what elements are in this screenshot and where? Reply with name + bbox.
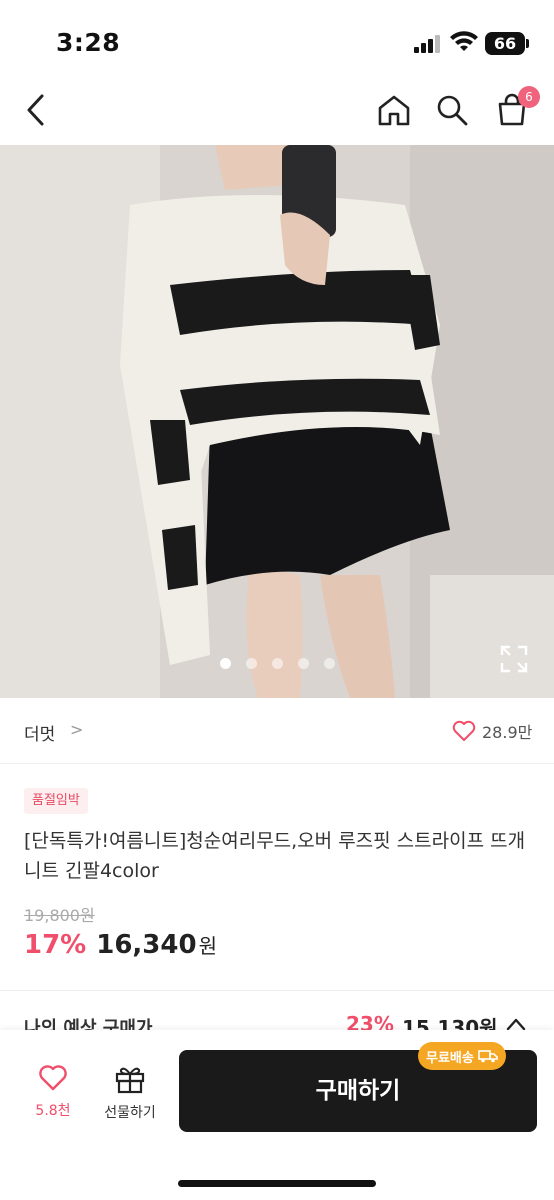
original-price: 19,800원 xyxy=(24,906,95,925)
heart-icon xyxy=(452,720,476,741)
sale-price-unit: 원 xyxy=(198,934,217,958)
product-photo xyxy=(0,145,554,698)
home-icon xyxy=(378,95,410,126)
expand-icon[interactable] xyxy=(498,643,530,675)
wishlist-count: 5.8천 xyxy=(35,1103,71,1119)
free-shipping-label: 무료배송 xyxy=(426,1050,474,1066)
wishlist-button[interactable]: 5.8천 xyxy=(22,1064,84,1124)
home-button[interactable] xyxy=(372,88,416,132)
back-button[interactable] xyxy=(14,88,58,132)
search-icon xyxy=(437,95,468,126)
battery-tip xyxy=(526,39,529,48)
wifi-icon xyxy=(450,31,478,51)
status-bar: 3:28 66 xyxy=(0,0,554,80)
signal-icon xyxy=(414,33,442,53)
search-button[interactable] xyxy=(430,88,474,132)
carousel-dots xyxy=(0,658,554,672)
soldout-soon-badge: 품절임박 xyxy=(24,788,88,814)
heart-icon xyxy=(39,1065,67,1091)
cart-count-badge: 6 xyxy=(518,86,540,108)
gift-button[interactable]: 선물하기 xyxy=(96,1064,164,1124)
truck-icon xyxy=(478,1050,498,1063)
carousel-dot[interactable] xyxy=(298,658,309,669)
home-indicator xyxy=(178,1180,376,1187)
chevron-right-icon: > xyxy=(70,720,84,739)
brand-name-link[interactable]: 더멋 xyxy=(24,720,55,745)
free-shipping-tag: 무료배송 xyxy=(418,1042,506,1070)
gift-icon xyxy=(115,1067,145,1094)
brand-like-button[interactable]: 28.9만 xyxy=(452,718,532,744)
carousel-dot[interactable] xyxy=(220,658,231,669)
price-row: 17% 16,340 원 xyxy=(24,930,217,964)
brand-like-count: 28.9만 xyxy=(482,723,533,742)
status-time: 3:28 xyxy=(56,28,121,57)
brand-row: 더멋 > 28.9만 xyxy=(0,698,554,764)
carousel-dot[interactable] xyxy=(272,658,283,669)
battery-icon: 66 xyxy=(485,32,525,55)
sale-price: 16,340 xyxy=(96,930,197,960)
gift-label: 선물하기 xyxy=(104,1105,156,1121)
nav-bar: 6 xyxy=(0,80,554,144)
divider xyxy=(0,990,554,991)
bottom-action-bar: 5.8천 선물하기 구매하기 무료배송 xyxy=(0,1030,554,1200)
back-icon xyxy=(27,94,44,126)
product-title: [단독특가!여름니트]청순여리무드,오버 루즈핏 스트라이프 뜨개 니트 긴팔4… xyxy=(24,830,526,882)
product-image-carousel[interactable] xyxy=(0,145,554,698)
carousel-dot[interactable] xyxy=(324,658,335,669)
discount-rate: 17% xyxy=(24,930,87,960)
carousel-dot[interactable] xyxy=(246,658,257,669)
